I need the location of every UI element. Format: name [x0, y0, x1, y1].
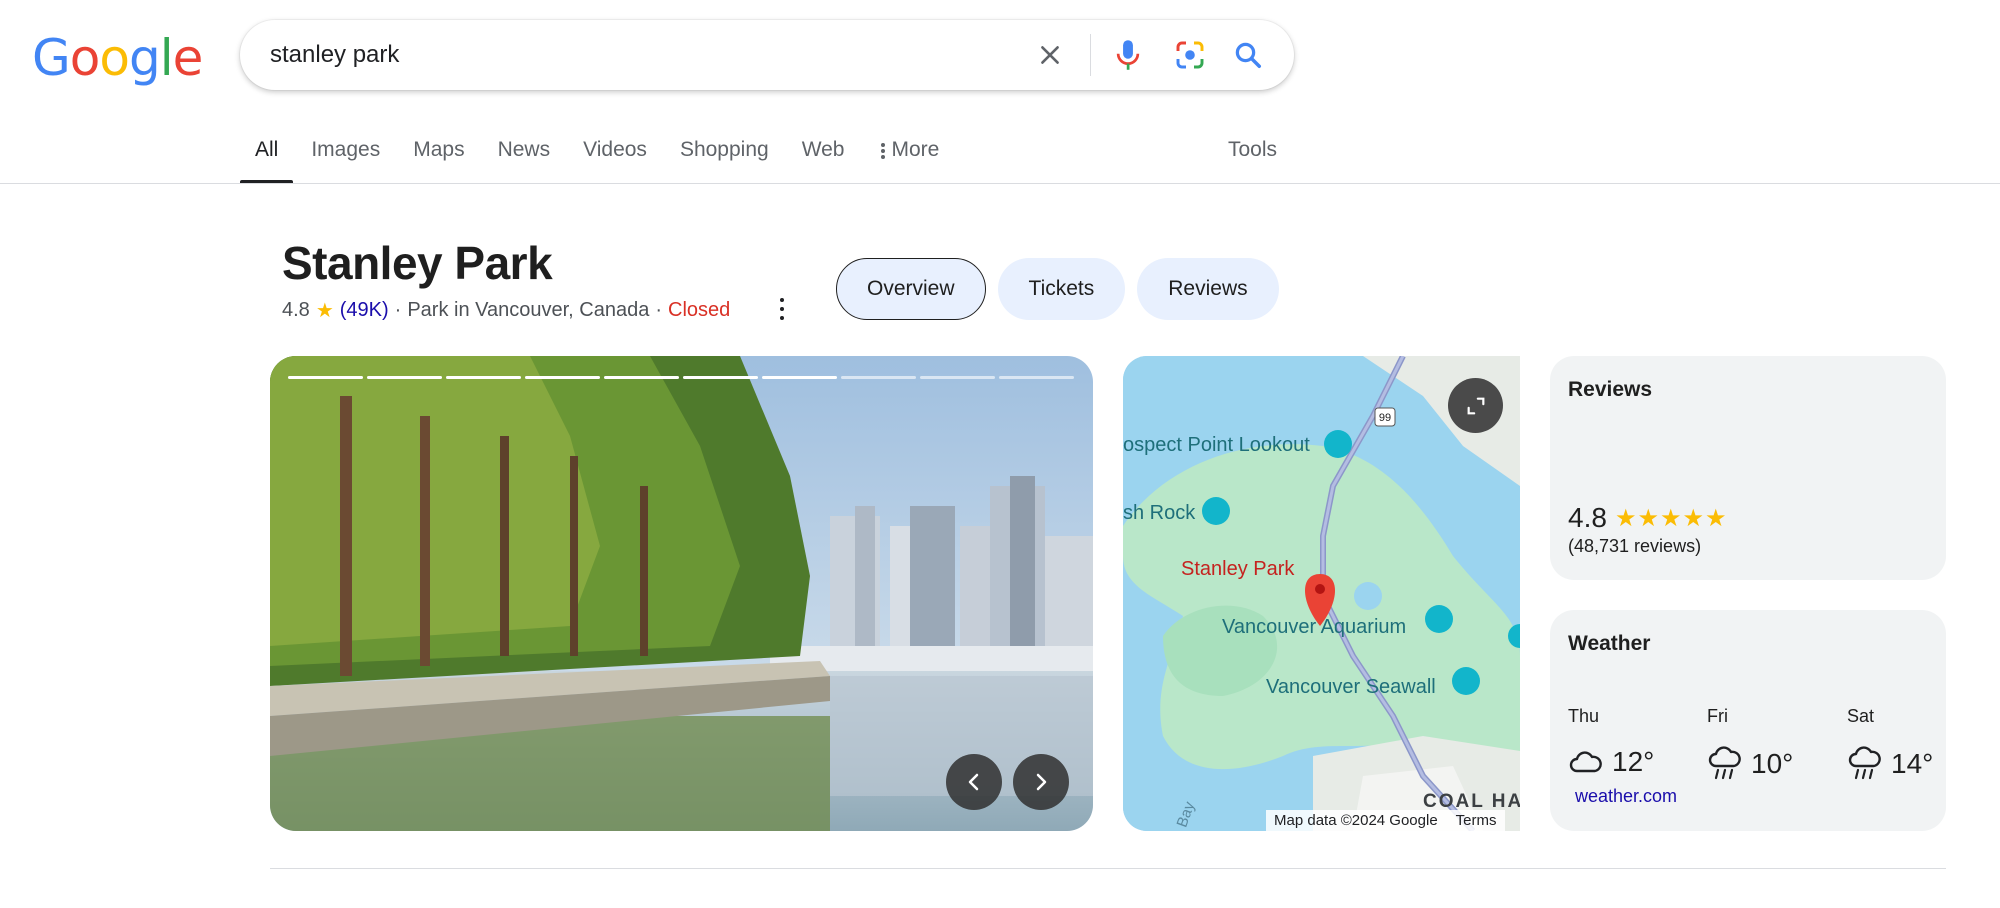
- progress-segment: [525, 376, 600, 379]
- reviews-rating-value: 4.8: [1568, 502, 1607, 533]
- more-label: More: [891, 138, 940, 161]
- weather-day-label: Fri: [1707, 706, 1728, 726]
- progress-segment: [288, 376, 363, 379]
- logo-letter: o: [99, 29, 130, 87]
- tab-all[interactable]: All: [239, 128, 294, 184]
- more-vert-icon: [880, 143, 885, 159]
- highway-shield-label: 99: [1379, 412, 1391, 424]
- weather-day-label: Sat: [1847, 706, 1875, 726]
- progress-segment: [367, 376, 442, 379]
- weather-card-title: Weather: [1568, 632, 1651, 655]
- map-data-credit: Map data ©2024 Google: [1274, 812, 1438, 829]
- entity-rating: 4.8: [282, 299, 310, 321]
- tab-videos[interactable]: Videos: [583, 128, 647, 184]
- voice-search-button[interactable]: [1110, 37, 1146, 73]
- rain-icon: [1708, 746, 1741, 780]
- search-input[interactable]: [270, 36, 970, 74]
- weather-temp: 10°: [1751, 748, 1794, 779]
- progress-segment: [999, 376, 1074, 379]
- weather-temp: 14°: [1891, 748, 1934, 779]
- chip-overview[interactable]: Overview: [836, 258, 986, 320]
- carousel-next-button[interactable]: [1013, 754, 1069, 810]
- cloud-icon: [1569, 751, 1602, 773]
- more-vert-icon: [780, 307, 784, 311]
- entity-review-count-link[interactable]: (49K): [340, 299, 389, 322]
- chip-reviews[interactable]: Reviews: [1137, 258, 1279, 320]
- star-icon: ★: [315, 300, 334, 322]
- logo-letter: l: [159, 29, 174, 87]
- chip-tickets[interactable]: Tickets: [997, 258, 1126, 320]
- reviews-count: (48,731 reviews): [1568, 536, 1702, 556]
- entity-category: Park in Vancouver, Canada: [407, 299, 650, 321]
- search-button[interactable]: [1230, 37, 1266, 73]
- logo-letter: e: [172, 29, 204, 87]
- entity-status: Closed: [668, 299, 731, 321]
- chevron-left-icon: [968, 773, 979, 791]
- more-vert-icon: [780, 298, 784, 302]
- weather-source-link[interactable]: weather.com: [1575, 786, 1677, 807]
- chevron-right-icon: [1036, 773, 1047, 791]
- weather-day-label: Thu: [1568, 706, 1600, 726]
- tabs-divider: [0, 183, 2000, 184]
- map-terms-link[interactable]: Terms: [1456, 812, 1497, 829]
- weather-day-sat: 14°: [1847, 746, 1933, 782]
- entity-subtitle: 4.8 ★ (49K) · Park in Vancouver, Canada …: [282, 298, 730, 323]
- lens-search-button[interactable]: [1172, 37, 1208, 73]
- map-attribution: Map data ©2024 Google Terms: [1266, 810, 1505, 831]
- tools-button[interactable]: Tools: [1228, 138, 1277, 162]
- separator: ·: [655, 299, 663, 321]
- camera-lens-icon: [1176, 41, 1204, 69]
- expand-icon: [1467, 397, 1484, 414]
- google-logo[interactable]: Google: [32, 29, 204, 87]
- weather-card[interactable]: Weather Thu 12° Fri 10° Sat 14° weather.…: [1550, 610, 1946, 831]
- progress-segment: [683, 376, 758, 379]
- reviews-card-title: Reviews: [1568, 378, 1653, 401]
- close-icon: [1041, 46, 1059, 64]
- logo-letter: o: [69, 29, 101, 87]
- weather-temp: 12°: [1612, 746, 1655, 777]
- search-icon: [1235, 42, 1261, 68]
- separator: ·: [394, 299, 402, 321]
- entity-title: Stanley Park: [282, 237, 553, 289]
- entity-chips: Overview Tickets Reviews: [836, 258, 1279, 320]
- reviews-card[interactable]: Reviews 4.8 ★★★★★ (48,731 reviews): [1550, 356, 1946, 580]
- map-preview[interactable]: 99 ospect Point Lookout sh Rock Stanley …: [1123, 356, 1520, 831]
- map-expand-button[interactable]: [1448, 378, 1503, 433]
- tab-maps[interactable]: Maps: [413, 128, 464, 184]
- map-label-stanley-park: Stanley Park: [1181, 558, 1295, 580]
- search-box: [240, 20, 1294, 90]
- weather-day-thu: 12°: [1568, 746, 1654, 778]
- progress-segment: [762, 376, 837, 379]
- more-vert-icon: [780, 316, 784, 320]
- microphone-icon: [1116, 40, 1140, 70]
- clear-button[interactable]: [1032, 37, 1068, 73]
- map-label-rock: sh Rock: [1123, 502, 1196, 524]
- tab-shopping[interactable]: Shopping: [680, 128, 769, 184]
- search-divider: [1090, 34, 1091, 76]
- carousel-progress: [288, 376, 1074, 379]
- logo-letter: g: [128, 29, 161, 87]
- tab-web[interactable]: Web: [802, 128, 845, 184]
- tab-more[interactable]: More: [878, 128, 940, 184]
- reviews-rating: 4.8 ★★★★★: [1568, 502, 1728, 534]
- progress-segment: [841, 376, 916, 379]
- logo-letter: G: [32, 29, 71, 87]
- photo-carousel[interactable]: [270, 356, 1093, 831]
- tab-images[interactable]: Images: [311, 128, 380, 184]
- tab-news[interactable]: News: [498, 128, 551, 184]
- five-star-rating-icon: ★★★★★: [1614, 504, 1728, 532]
- search-tabs: All Images Maps News Videos Shopping Web…: [239, 128, 972, 184]
- progress-segment: [446, 376, 521, 379]
- weather-day-fri: 10°: [1707, 746, 1793, 782]
- map-label-aquarium: Vancouver Aquarium: [1222, 616, 1407, 638]
- map-label-prospect-point: ospect Point Lookout: [1123, 434, 1310, 456]
- entity-more-options-button[interactable]: [776, 298, 788, 320]
- map-label-seawall: Vancouver Seawall: [1266, 676, 1436, 698]
- rain-icon: [1848, 746, 1881, 780]
- carousel-previous-button[interactable]: [946, 754, 1002, 810]
- section-divider: [270, 868, 1946, 869]
- progress-segment: [920, 376, 995, 379]
- progress-segment: [604, 376, 679, 379]
